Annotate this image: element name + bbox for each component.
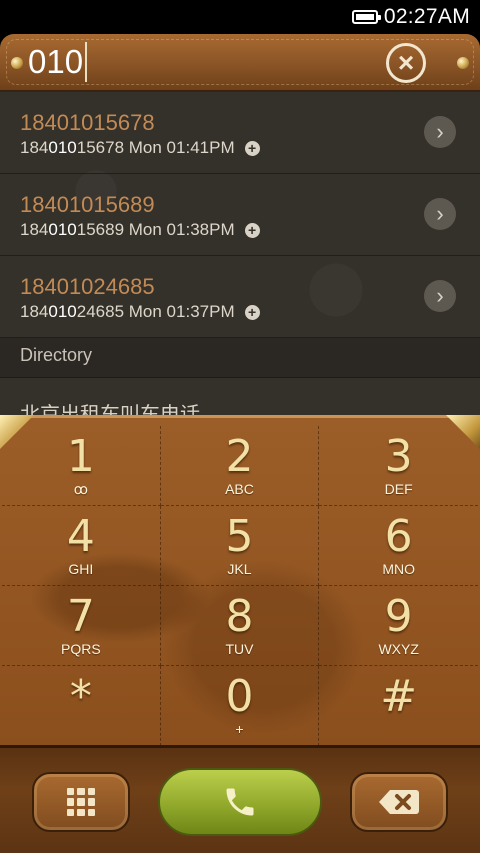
status-time: 02:27AM xyxy=(383,5,470,28)
key-4[interactable]: 4 GHI xyxy=(2,506,161,586)
text-cursor xyxy=(85,42,87,82)
call-time: Mon 01:37PM xyxy=(128,302,235,321)
chevron-right-icon: › xyxy=(436,283,444,308)
clear-input-button[interactable]: × xyxy=(386,43,426,83)
chevron-right-icon: › xyxy=(436,119,444,144)
call-log-detail: 184 010 15689 Mon 01:38PM + xyxy=(20,220,260,240)
key-6[interactable]: 6 MNO xyxy=(319,506,478,586)
match-highlight: 010 xyxy=(48,302,77,321)
chevron-right-icon: › xyxy=(436,201,444,226)
key-1[interactable]: 1ꝏ xyxy=(2,426,161,506)
call-time: Mon 01:41PM xyxy=(128,138,235,157)
key-7[interactable]: 7 PQRS xyxy=(2,586,161,666)
status-bar: 02:27AM xyxy=(0,0,480,34)
list-item[interactable]: 18401015678 184 010 15678 Mon 01:41PM + › xyxy=(0,92,480,174)
add-contact-icon[interactable]: + xyxy=(244,304,260,320)
list-item[interactable]: 18401015689 184 010 15689 Mon 01:38PM + › xyxy=(0,174,480,256)
add-contact-icon[interactable]: + xyxy=(244,140,260,156)
dial-keypad: 1ꝏ 2 ABC 3 DEF 4 GHI 5 JKL 6 MNO 7 PQRS 8 TUV 9… xyxy=(0,415,480,746)
key-9[interactable]: 9 WXYZ xyxy=(319,586,478,666)
list-item[interactable]: 18401024685 184 010 24685 Mon 01:37PM + › xyxy=(0,256,480,338)
add-contact-icon[interactable]: + xyxy=(244,222,260,238)
details-arrow-button[interactable]: › xyxy=(424,116,456,148)
keypad-toggle-button[interactable] xyxy=(32,772,130,832)
key-2[interactable]: 2 ABC xyxy=(160,426,320,506)
key-hash[interactable]: # xyxy=(319,666,478,746)
contact-number: 18401015678 xyxy=(20,110,155,135)
rivet-icon xyxy=(11,57,23,69)
details-arrow-button[interactable]: › xyxy=(424,198,456,230)
details-arrow-button[interactable]: › xyxy=(424,280,456,312)
directory-section-header: Directory xyxy=(0,338,480,378)
key-8[interactable]: 8 TUV xyxy=(160,586,320,666)
contact-number: 18401024685 xyxy=(20,274,155,299)
phone-call-icon xyxy=(226,788,254,816)
call-button[interactable] xyxy=(158,768,322,836)
battery-icon xyxy=(351,10,381,24)
key-star[interactable]: * xyxy=(2,666,161,746)
key-3[interactable]: 3 DEF xyxy=(319,426,478,506)
call-log-detail: 184 010 15678 Mon 01:41PM + xyxy=(20,138,260,158)
dialed-number-text[interactable]: 010 xyxy=(28,43,83,81)
match-highlight: 010 xyxy=(48,220,77,239)
voicemail-icon: ꝏ xyxy=(73,480,88,497)
match-highlight: 010 xyxy=(48,138,77,157)
bottom-action-bar xyxy=(0,745,480,853)
key-0[interactable]: 0 + xyxy=(160,666,320,746)
contact-number: 18401015689 xyxy=(20,192,155,217)
search-results-list[interactable]: 18401015678 184 010 15678 Mon 01:41PM + › … xyxy=(0,92,480,422)
call-time: Mon 01:38PM xyxy=(128,220,235,239)
rivet-icon xyxy=(457,57,469,69)
keypad-toggle-icon xyxy=(67,788,95,816)
section-title: Directory xyxy=(20,345,93,365)
key-5[interactable]: 5 JKL xyxy=(160,506,320,586)
backspace-icon xyxy=(378,788,420,816)
close-icon: × xyxy=(397,47,415,78)
backspace-button[interactable] xyxy=(350,772,448,832)
call-log-detail: 184 010 24685 Mon 01:37PM + xyxy=(20,302,260,322)
